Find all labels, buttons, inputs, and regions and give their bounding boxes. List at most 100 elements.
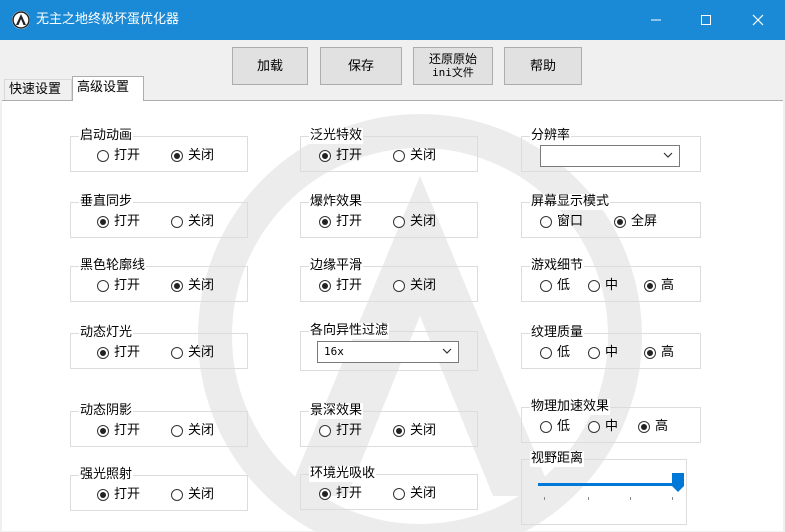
texture-quality-mid-radio[interactable]: 中: [588, 345, 618, 361]
radio-circle[interactable]: [319, 425, 331, 437]
anisotropic-filter-label: 各向异性过滤: [309, 323, 390, 339]
explosion-on-radio[interactable]: 打开: [319, 214, 362, 230]
ambient-occlusion-label: 环境光吸收: [309, 466, 377, 482]
radio-circle[interactable]: [319, 280, 331, 292]
bloom-on-radio[interactable]: 打开: [319, 148, 362, 164]
depth-of-field-on-radio[interactable]: 打开: [319, 423, 362, 439]
texture-quality-high-radio[interactable]: 高: [644, 345, 674, 361]
startup-animation-label: 启动动画: [79, 128, 134, 144]
group-dynamic-shadows: 动态阴影 打开 关闭: [70, 403, 248, 447]
bloom-off-radio[interactable]: 关闭: [393, 148, 436, 164]
group-black-outline: 黑色轮廓线 打开 关闭: [70, 258, 248, 302]
vsync-on-radio[interactable]: 打开: [97, 214, 140, 230]
radio-circle[interactable]: [393, 150, 405, 162]
tab-advanced-settings[interactable]: 高级设置: [72, 76, 144, 101]
physx-low-radio[interactable]: 低: [540, 419, 570, 435]
anisotropic-filter-select[interactable]: 16x: [317, 341, 459, 363]
radio-circle[interactable]: [540, 216, 552, 228]
group-resolution: 分辨率: [521, 128, 701, 172]
help-button[interactable]: 帮助: [504, 47, 582, 85]
radio-circle[interactable]: [319, 216, 331, 228]
black-outline-off-radio[interactable]: 关闭: [171, 278, 214, 294]
radio-circle[interactable]: [171, 150, 183, 162]
ambient-occlusion-on-radio[interactable]: 打开: [319, 486, 362, 502]
restore-label-line1: 还原原始: [428, 52, 477, 66]
resolution-label: 分辨率: [530, 128, 572, 144]
depth-of-field-label: 景深效果: [309, 403, 364, 419]
dynamic-lighting-on-radio[interactable]: 打开: [97, 345, 140, 361]
dynamic-lighting-off-radio[interactable]: 关闭: [171, 345, 214, 361]
radio-circle[interactable]: [97, 425, 109, 437]
depth-of-field-off-radio[interactable]: 关闭: [393, 423, 436, 439]
restore-ini-button[interactable]: 还原原始 ini文件: [413, 47, 493, 85]
radio-circle[interactable]: [171, 489, 183, 501]
strong-light-off-radio[interactable]: 关闭: [171, 487, 214, 503]
radio-circle[interactable]: [588, 280, 600, 292]
dynamic-lighting-label: 动态灯光: [79, 325, 134, 341]
close-button[interactable]: [734, 0, 782, 40]
close-icon: [752, 14, 764, 26]
radio-circle[interactable]: [97, 216, 109, 228]
radio-circle[interactable]: [319, 488, 331, 500]
radio-circle[interactable]: [638, 421, 650, 433]
edge-smoothing-off-radio[interactable]: 关闭: [393, 278, 436, 294]
display-mode-fullscreen-radio[interactable]: 全屏: [614, 214, 657, 230]
dynamic-shadows-on-radio[interactable]: 打开: [97, 423, 140, 439]
window-title: 无主之地终极坏蛋优化器: [36, 12, 180, 27]
fov-tick: [544, 497, 545, 500]
radio-circle[interactable]: [97, 347, 109, 359]
radio-circle[interactable]: [614, 216, 626, 228]
radio-circle[interactable]: [588, 347, 600, 359]
fov-tick: [672, 497, 673, 500]
dynamic-shadows-off-radio[interactable]: 关闭: [171, 423, 214, 439]
game-detail-high-radio[interactable]: 高: [644, 278, 674, 294]
radio-circle[interactable]: [393, 488, 405, 500]
radio-circle[interactable]: [97, 150, 109, 162]
load-button[interactable]: 加载: [232, 47, 308, 85]
minimize-button[interactable]: [632, 0, 680, 40]
ambient-occlusion-off-radio[interactable]: 关闭: [393, 486, 436, 502]
radio-circle[interactable]: [393, 425, 405, 437]
black-outline-on-radio[interactable]: 打开: [97, 278, 140, 294]
radio-circle[interactable]: [644, 280, 656, 292]
tab-quick-settings[interactable]: 快速设置: [4, 79, 72, 101]
radio-circle[interactable]: [171, 347, 183, 359]
physx-mid-radio[interactable]: 中: [588, 419, 618, 435]
fov-slider-track[interactable]: [538, 483, 678, 486]
display-mode-label: 屏幕显示模式: [530, 194, 611, 210]
save-button[interactable]: 保存: [320, 47, 402, 85]
radio-circle[interactable]: [97, 280, 109, 292]
radio-circle[interactable]: [540, 421, 552, 433]
strong-light-on-radio[interactable]: 打开: [97, 487, 140, 503]
explosion-off-radio[interactable]: 关闭: [393, 214, 436, 230]
startup-animation-off-radio[interactable]: 关闭: [171, 148, 214, 164]
radio-circle[interactable]: [644, 347, 656, 359]
game-detail-mid-radio[interactable]: 中: [588, 278, 618, 294]
group-ambient-occlusion: 环境光吸收 打开 关闭: [300, 466, 478, 510]
fov-slider-thumb[interactable]: [672, 473, 684, 493]
game-detail-low-radio[interactable]: 低: [540, 278, 570, 294]
radio-circle[interactable]: [171, 280, 183, 292]
texture-quality-low-radio[interactable]: 低: [540, 345, 570, 361]
radio-circle[interactable]: [97, 489, 109, 501]
radio-circle[interactable]: [319, 150, 331, 162]
vsync-off-radio[interactable]: 关闭: [171, 214, 214, 230]
display-mode-windowed-radio[interactable]: 窗口: [540, 214, 583, 230]
restore-label-line2: ini文件: [432, 66, 474, 79]
maximize-button[interactable]: [682, 0, 730, 40]
edge-smoothing-on-radio[interactable]: 打开: [319, 278, 362, 294]
startup-animation-on-radio[interactable]: 打开: [97, 148, 140, 164]
radio-circle[interactable]: [171, 216, 183, 228]
radio-circle[interactable]: [588, 421, 600, 433]
resolution-select[interactable]: [540, 145, 680, 167]
radio-circle[interactable]: [393, 216, 405, 228]
maximize-icon: [701, 15, 711, 25]
radio-circle[interactable]: [171, 425, 183, 437]
physx-high-radio[interactable]: 高: [638, 419, 668, 435]
group-dynamic-lighting: 动态灯光 打开 关闭: [70, 325, 248, 369]
radio-circle[interactable]: [540, 280, 552, 292]
radio-circle[interactable]: [393, 280, 405, 292]
group-anisotropic-filter: 各向异性过滤 16x: [300, 323, 478, 371]
fov-tick: [630, 497, 631, 500]
radio-circle[interactable]: [540, 347, 552, 359]
